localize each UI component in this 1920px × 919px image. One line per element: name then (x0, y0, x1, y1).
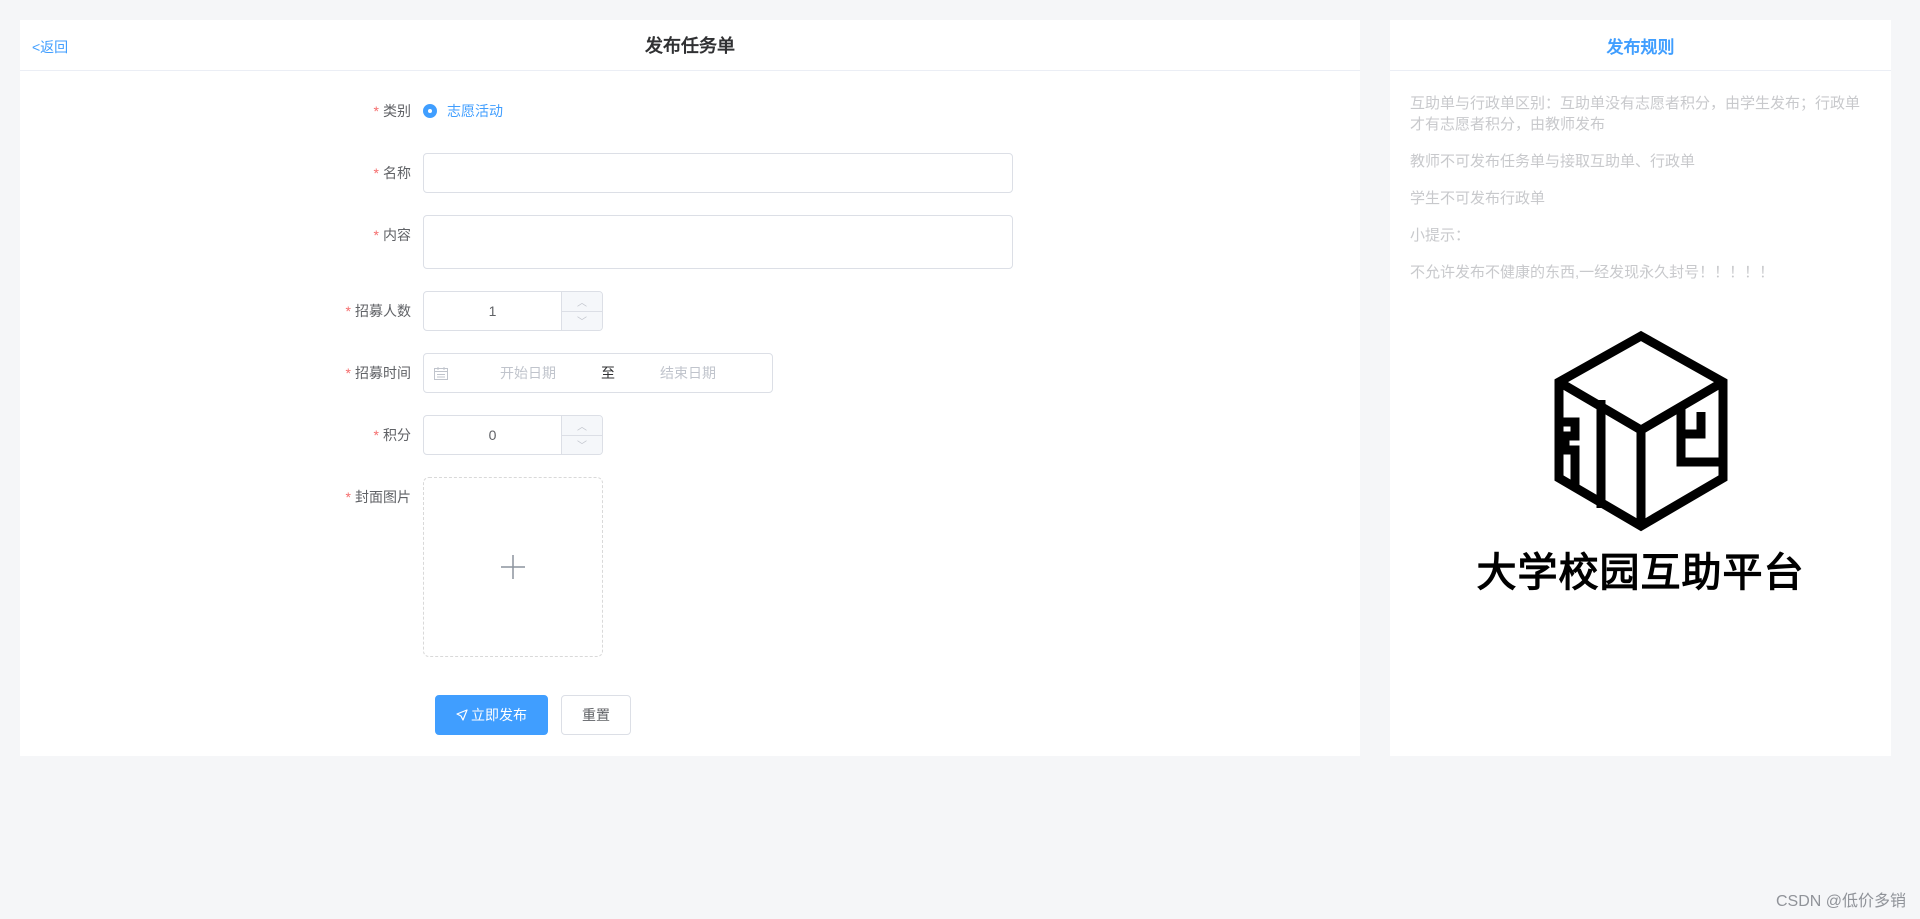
plus-icon (501, 555, 525, 579)
chevron-down-icon: ﹀ (577, 441, 587, 453)
form-row-cover-image: * 封面图片 (20, 477, 603, 657)
category-radio-volunteer[interactable]: 志愿活动 (423, 91, 503, 131)
platform-logo: 大学校园互助平台 (1390, 330, 1891, 598)
increase-button[interactable]: ︿ (562, 292, 602, 312)
date-separator: 至 (601, 365, 615, 381)
recruit-time-label: * 招募时间 (345, 365, 411, 381)
stepper-controls: ︿ ﹀ (561, 292, 602, 330)
rule-item: 小提示： (1410, 227, 1471, 244)
points-stepper[interactable]: 0 ︿ ﹀ (423, 415, 603, 455)
rule-item: 学生不可发布行政单 (1410, 190, 1546, 207)
rule-item: 教师不可发布任务单与接取互助单、行政单 (1410, 153, 1696, 170)
publish-button[interactable]: 立即发布 (435, 695, 548, 735)
cover-image-label: * 封面图片 (345, 489, 411, 505)
form-row-content: * 内容 (20, 215, 1013, 269)
rules-panel: 发布规则 互助单与行政单区别：互助单没有志愿者积分，由学生发布；行政单才有志愿者… (1390, 20, 1891, 756)
chevron-down-icon: ﹀ (577, 317, 587, 329)
watermark: CSDN @低价多销 (1775, 893, 1906, 910)
chevron-up-icon: ︿ (577, 297, 587, 309)
points-value[interactable]: 0 (424, 416, 561, 454)
start-date-input[interactable]: 开始日期 (458, 363, 598, 383)
rules-header: 发布规则 (1390, 20, 1891, 71)
recruit-count-value[interactable]: 1 (424, 292, 561, 330)
rules-title: 发布规则 (1606, 37, 1675, 57)
form-row-recruit-count: * 招募人数 1 ︿ ﹀ (20, 291, 603, 331)
form-row-category: * 类别 志愿活动 (20, 91, 503, 131)
decrease-button[interactable]: ﹀ (562, 312, 602, 331)
rule-item: 互助单与行政单区别：互助单没有志愿者积分，由学生发布；行政单才有志愿者积分，由教… (1410, 95, 1861, 133)
name-input[interactable] (423, 153, 1013, 193)
back-link[interactable]: <返回 (32, 37, 68, 57)
reset-button[interactable]: 重置 (561, 695, 631, 735)
stepper-controls: ︿ ﹀ (561, 416, 602, 454)
category-label: * 类别 (373, 103, 411, 119)
end-date-input[interactable]: 结束日期 (618, 363, 758, 383)
rules-list: 互助单与行政单区别：互助单没有志愿者积分，由学生发布；行政单才有志愿者积分，由教… (1390, 71, 1891, 283)
content-textarea[interactable] (423, 215, 1013, 269)
cover-image-uploader[interactable] (423, 477, 603, 657)
publish-button-label: 立即发布 (471, 707, 527, 723)
name-label: * 名称 (373, 165, 411, 181)
cube-logo-icon (1554, 330, 1727, 532)
content-label: * 内容 (373, 227, 411, 243)
date-range-picker[interactable]: 开始日期 至 结束日期 (423, 353, 773, 393)
form-actions: 立即发布 重置 (20, 695, 631, 735)
recruit-count-label: * 招募人数 (345, 303, 411, 319)
form-row-points: * 积分 0 ︿ ﹀ (20, 415, 603, 455)
points-label: * 积分 (373, 427, 411, 443)
form-row-name: * 名称 (20, 153, 1013, 193)
radio-checked-icon (423, 104, 437, 118)
calendar-icon (434, 366, 448, 380)
chevron-up-icon: ︿ (577, 421, 587, 433)
publish-task-panel: <返回 发布任务单 * 类别 志愿活动 * 名称 * 内容 * 招募人数 1 ︿ ﹀ *… (20, 20, 1360, 756)
page-title: 发布任务单 (645, 36, 735, 56)
increase-button[interactable]: ︿ (562, 416, 602, 436)
decrease-button[interactable]: ﹀ (562, 436, 602, 455)
panel-header: <返回 发布任务单 (20, 20, 1360, 71)
recruit-count-stepper[interactable]: 1 ︿ ﹀ (423, 291, 603, 331)
category-option-label: 志愿活动 (447, 103, 503, 119)
send-icon (456, 709, 468, 721)
form-row-recruit-time: * 招募时间 开始日期 至 结束日期 (20, 353, 773, 393)
rule-item: 不允许发布不健康的东西,一经发现永久封号！！！！！ (1410, 264, 1775, 281)
logo-caption: 大学校园互助平台 (1476, 550, 1805, 596)
